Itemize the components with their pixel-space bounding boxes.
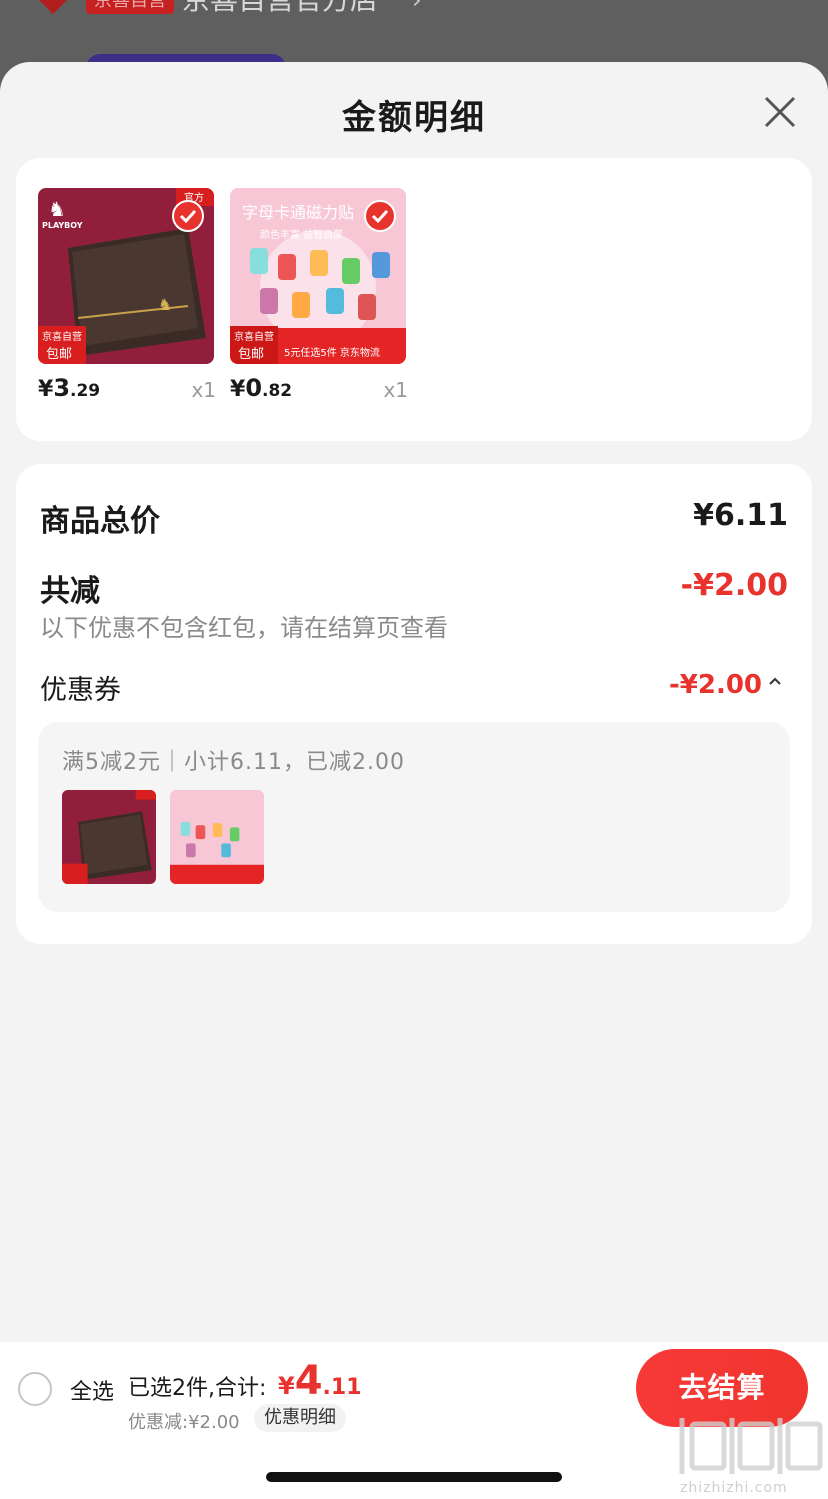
chevron-right-icon: › xyxy=(412,0,422,14)
coupon-label[interactable]: 优惠券 xyxy=(40,668,121,707)
checkout-bar: 全选 已选2件,合计: ¥4.11 优惠减:¥2.00 优惠明细 去结算 zhi… xyxy=(0,1342,828,1499)
svg-text:颜色丰富 益智启蒙: 颜色丰富 益智启蒙 xyxy=(260,228,343,241)
svg-text:♞: ♞ xyxy=(48,197,66,221)
product-price: ¥0.82 xyxy=(230,374,293,402)
sheet-title: 金额明细 xyxy=(342,98,486,138)
store-heart-icon xyxy=(39,0,67,14)
background-store-header: 京喜自营 京喜自营官方店 › xyxy=(0,0,828,84)
svg-text:京喜自营: 京喜自营 xyxy=(42,330,82,343)
svg-text:PLAYBOY: PLAYBOY xyxy=(42,221,83,230)
product-qty: x1 xyxy=(383,378,408,402)
coupon-value[interactable]: -¥2.00 xyxy=(669,670,762,700)
checked-icon[interactable] xyxy=(364,200,396,232)
product-item-wallet[interactable]: ♞ PLAYBOY ♞ 官方 京喜自营 包邮 ¥3.29 x1 xyxy=(38,188,216,402)
product-image-wallet[interactable]: ♞ PLAYBOY ♞ 官方 京喜自营 包邮 xyxy=(38,188,214,364)
selected-count: 已选2件,合计: xyxy=(128,1376,267,1401)
watermark-text: zhizhizhi.com xyxy=(680,1480,788,1496)
product-image-magnet-toy[interactable]: 字母卡通磁力贴 颜色丰富 益智启蒙 京喜自营 包邮 5元任选5件 京东物流 xyxy=(230,188,406,364)
coupon-product-thumb-magnet-toy xyxy=(170,790,264,884)
checked-icon[interactable] xyxy=(172,200,204,232)
total-amount: ¥4.11 xyxy=(278,1358,362,1404)
product-banner: 字母卡通磁力贴 xyxy=(242,203,354,222)
price-summary-card: 商品总价 ¥6.11 共减 -¥2.00 以下优惠不包含红包，请在结算页查看 优… xyxy=(16,464,812,944)
products-card: ♞ PLAYBOY ♞ 官方 京喜自营 包邮 ¥3.29 x1 字母卡通磁力贴 … xyxy=(16,158,812,441)
coupon-detail-box: 满5减2元｜小计6.11，已减2.00 xyxy=(38,722,790,912)
coupon-detail-text: 满5减2元｜小计6.11，已减2.00 xyxy=(62,750,405,775)
amount-detail-sheet: 金额明细 ♞ PLAYBOY ♞ 官方 京喜自营 包邮 ¥3.29 x1 字母卡… xyxy=(0,62,828,1499)
close-icon[interactable] xyxy=(760,92,800,132)
svg-text:♞: ♞ xyxy=(158,295,172,314)
total-price-label: 商品总价 xyxy=(40,504,160,539)
chevron-up-icon[interactable] xyxy=(768,674,782,688)
store-name: 京喜自营官方店 xyxy=(182,0,378,18)
total-reduce-value: -¥2.00 xyxy=(680,568,788,603)
svg-text:包邮: 包邮 xyxy=(46,347,72,362)
svg-text:包邮: 包邮 xyxy=(238,347,264,362)
product-qty: x1 xyxy=(191,378,216,402)
total-price-value: ¥6.11 xyxy=(693,498,788,533)
discount-note: 以下优惠不包含红包，请在结算页查看 xyxy=(40,614,448,642)
product-price: ¥3.29 xyxy=(38,374,101,402)
coupon-product-thumb-wallet xyxy=(62,790,156,884)
svg-text:京喜自营: 京喜自营 xyxy=(234,330,274,343)
home-indicator xyxy=(266,1472,562,1482)
discount-detail-button[interactable]: 优惠明细 xyxy=(254,1404,346,1432)
select-all-radio[interactable] xyxy=(18,1372,52,1406)
select-all-label[interactable]: 全选 xyxy=(70,1374,114,1406)
discount-summary: 优惠减:¥2.00 xyxy=(128,1412,240,1433)
svg-text:5元任选5件 京东物流: 5元任选5件 京东物流 xyxy=(284,346,380,359)
total-reduce-label: 共减 xyxy=(40,574,100,609)
store-badge: 京喜自营 xyxy=(86,0,174,14)
product-item-magnet-toy[interactable]: 字母卡通磁力贴 颜色丰富 益智启蒙 京喜自营 包邮 5元任选5件 京东物流 ¥0… xyxy=(230,188,408,402)
